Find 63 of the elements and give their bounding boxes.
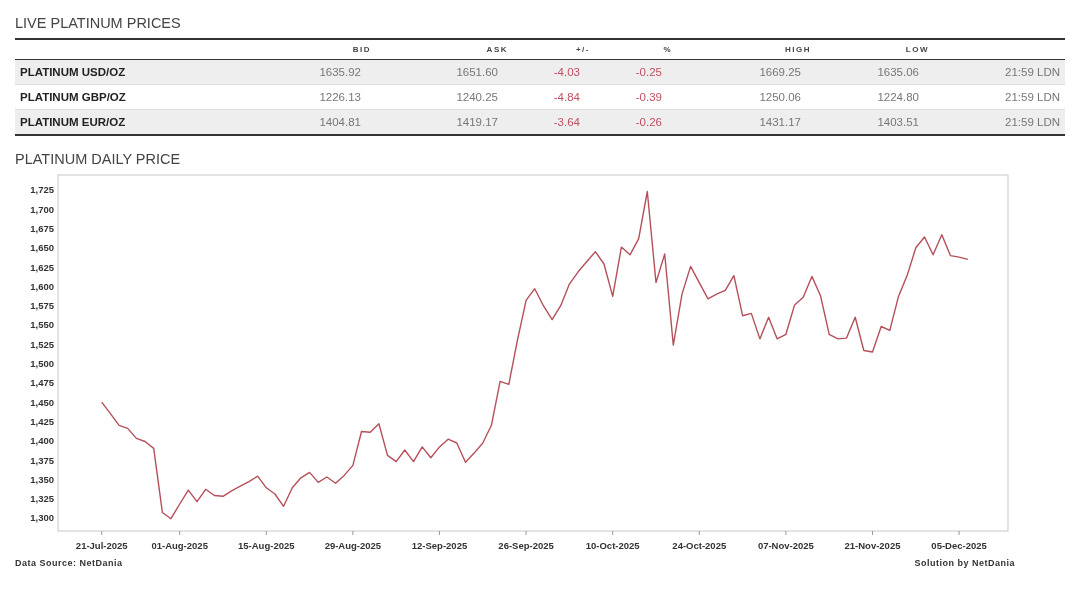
- x-tick-label: 26-Sep-2025: [498, 540, 554, 551]
- x-tick-label: 05-Dec-2025: [931, 540, 987, 551]
- table-cell-text: 1226.13: [318, 91, 361, 103]
- table-cell-text: -0.25: [634, 66, 662, 78]
- column-header: +/-: [575, 45, 590, 54]
- y-tick-label: 1,425: [30, 415, 54, 427]
- table-cell-text: 1651.60: [455, 66, 498, 78]
- data-source-note: Data Source: NetDania: [15, 558, 123, 568]
- y-tick-label: 1,600: [30, 280, 54, 292]
- x-tick-label: 24-Oct-2025: [672, 540, 727, 551]
- y-tick-label: 1,400: [30, 435, 54, 447]
- y-tick-label: 1,325: [30, 493, 54, 505]
- instrument-name: PLATINUM EUR/OZ: [19, 116, 127, 128]
- y-tick-label: 1,575: [30, 300, 54, 312]
- x-tick-label: 15-Aug-2025: [238, 540, 295, 551]
- table-cell-text: 1403.51: [876, 116, 919, 128]
- table-cell-text: 21:59 LDN: [1004, 91, 1060, 103]
- x-tick-label: 29-Aug-2025: [324, 540, 382, 551]
- section-title: LIVE PLATINUM PRICES: [15, 14, 182, 33]
- x-tick-label: 21-Nov-2025: [844, 540, 901, 551]
- table-cell-text: 1635.06: [876, 66, 919, 78]
- x-tick-label: 12-Sep-2025: [411, 540, 468, 551]
- y-tick-label: 1,675: [30, 223, 54, 235]
- column-header: LOW: [905, 45, 929, 54]
- x-tick-label: 21-Jul-2025: [75, 540, 128, 551]
- table-cell-text: 21:59 LDN: [1004, 116, 1060, 128]
- credit-note: Solution by NetDania: [914, 558, 1015, 568]
- column-header: %: [663, 45, 672, 54]
- instrument-name: PLATINUM USD/OZ: [19, 66, 127, 78]
- table-cell-text: 21:59 LDN: [1004, 66, 1060, 78]
- column-header: ASK: [486, 45, 508, 54]
- table-cell-text: 1635.92: [318, 66, 361, 78]
- y-tick-label: 1,300: [30, 512, 54, 524]
- table-cell-text: -0.39: [634, 91, 662, 103]
- column-header: HIGH: [785, 45, 811, 54]
- y-tick-label: 1,500: [30, 358, 54, 370]
- x-tick-label: 07-Nov-2025: [757, 540, 814, 551]
- y-tick-label: 1,625: [30, 261, 54, 273]
- table-cell-text: -4.84: [552, 91, 580, 103]
- y-tick-label: 1,475: [30, 377, 54, 389]
- table-cell-text: -0.26: [634, 116, 662, 128]
- y-tick-label: 1,375: [30, 454, 54, 466]
- x-tick-label: 01-Aug-2025: [151, 540, 208, 551]
- table-cell-text: -4.03: [552, 66, 580, 78]
- y-tick-label: 1,650: [30, 242, 54, 254]
- y-tick-label: 1,525: [30, 338, 54, 350]
- table-cell-text: 1404.81: [318, 116, 361, 128]
- section-title: PLATINUM DAILY PRICE: [15, 150, 182, 169]
- y-tick-label: 1,350: [30, 473, 54, 485]
- y-tick-label: 1,700: [30, 203, 54, 215]
- table-cell-text: 1224.80: [876, 91, 919, 103]
- y-tick-label: 1,550: [30, 319, 54, 331]
- table-cell-text: 1250.06: [758, 91, 801, 103]
- table-cell-text: 1419.17: [455, 116, 498, 128]
- x-tick-label: 10-Oct-2025: [585, 540, 640, 551]
- table-cell-text: 1669.25: [758, 66, 801, 78]
- table-cell-text: 1240.25: [455, 91, 498, 103]
- column-header: BID: [352, 45, 371, 54]
- y-tick-label: 1,450: [30, 396, 54, 408]
- instrument-name: PLATINUM GBP/OZ: [19, 91, 127, 103]
- y-tick-label: 1,725: [30, 184, 54, 196]
- table-cell-text: -3.64: [552, 116, 580, 128]
- table-cell-text: 1431.17: [758, 116, 801, 128]
